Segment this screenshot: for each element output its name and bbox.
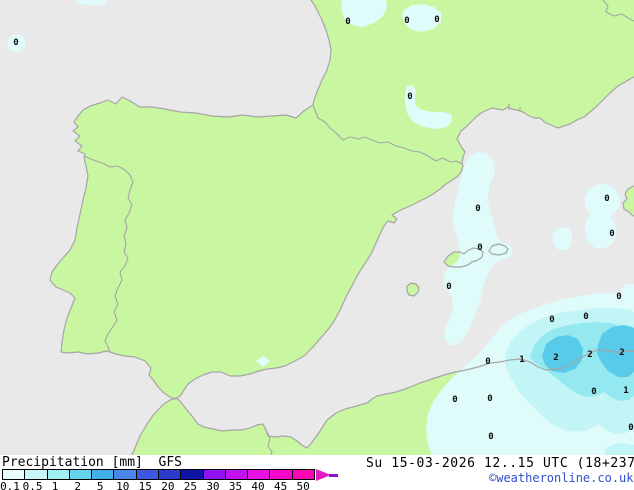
scale-segment <box>69 470 93 479</box>
scale-segment <box>225 470 249 479</box>
precip-value-label: 2 <box>553 353 558 363</box>
legend-title: Precipitation [mm] GFS <box>2 455 183 470</box>
precip-value-label: 0 <box>609 229 614 239</box>
precip-value-label: 0 <box>452 395 457 405</box>
scale-tick-label: 45 <box>273 480 288 490</box>
scale-segment <box>270 470 293 479</box>
scale-arrow-tail <box>329 474 338 477</box>
scale-tick-label: 20 <box>161 480 175 490</box>
precip-value-label: 1 <box>623 386 628 396</box>
precip-value-label: 0 <box>477 243 482 253</box>
legend-bar: Precipitation [mm] GFS 0.1 0.5 1 2 5 10 15 20 25… <box>0 455 634 490</box>
scale-tick-label: 2 <box>74 480 81 490</box>
scale-tick-label: 1 <box>51 480 59 490</box>
scale-tick-label: 5 <box>96 480 104 490</box>
precip-value-label: 0 <box>549 315 554 325</box>
precip-value-label: 0 <box>616 292 621 302</box>
precip-value-label: 2 <box>587 350 592 360</box>
precip-value-label: 0 <box>13 38 18 48</box>
scale-segment <box>25 470 48 479</box>
precip-value-label: 0 <box>488 432 493 442</box>
scale-tick-label: 15 <box>138 480 152 490</box>
precip-value-label: 1 <box>519 355 524 365</box>
scale-segment <box>92 470 115 479</box>
scale-segment <box>181 470 204 479</box>
scale-tick-label: 10 <box>116 480 130 490</box>
precip-value-label: 0 <box>446 282 451 292</box>
scale-tick-label: 0.5 <box>22 480 43 490</box>
precip-value-label: 2 <box>619 348 624 358</box>
scale-tick-label: 0.1 <box>0 480 20 490</box>
precip-value-label: 0 <box>404 16 409 26</box>
precip-value-label: 0 <box>487 394 492 404</box>
precip-value-label: 0 <box>407 92 412 102</box>
scale-tick-labels: 0.1 0.5 1 2 5 10 15 20 25 30 35 40 45 50 <box>0 480 360 490</box>
precip-value-label: 0 <box>628 423 633 433</box>
precip-value-label: 0 <box>475 204 480 214</box>
precip-value-label: 0 <box>434 15 439 25</box>
scale-segment <box>158 470 182 479</box>
precip-value-label: 0 <box>345 17 350 27</box>
weather-map: 0 0 0 0 0 0 0 0 0 0 0 0 0 1 2 2 2 0 1 0 0 0 0 0 <box>0 0 634 457</box>
precip-value-label: 0 <box>583 312 588 322</box>
iberia-precipitation-map: 0 0 0 0 0 0 0 0 0 0 0 0 0 1 2 2 2 0 1 0 0 0 0 0 <box>0 0 634 457</box>
precip-value-label: 0 <box>485 357 490 367</box>
scale-tick-label: 35 <box>228 480 243 490</box>
copyright-link[interactable]: ©weatheronline.co.uk <box>489 471 634 485</box>
scale-segment <box>292 470 314 479</box>
scale-segment <box>136 470 159 479</box>
precip-value-label: 0 <box>604 194 609 204</box>
scale-segment <box>47 470 70 479</box>
weather-map-screenshot: 000000000000012220100000 Precipitation [… <box>0 0 634 490</box>
scale-segment <box>114 470 137 479</box>
scale-tick-label: 50 <box>296 480 310 490</box>
scale-segment <box>248 470 271 479</box>
forecast-datetime: Su 15-03-2026 12..15 UTC (18+237) <box>366 456 634 471</box>
precip-value-label: 0 <box>591 387 596 397</box>
scale-tick-label: 30 <box>206 480 220 490</box>
scale-segment <box>203 470 226 479</box>
scale-segment <box>3 470 26 479</box>
scale-tick-label: 25 <box>183 480 198 490</box>
scale-tick-label: 40 <box>251 480 265 490</box>
color-scale-bar <box>2 469 315 480</box>
